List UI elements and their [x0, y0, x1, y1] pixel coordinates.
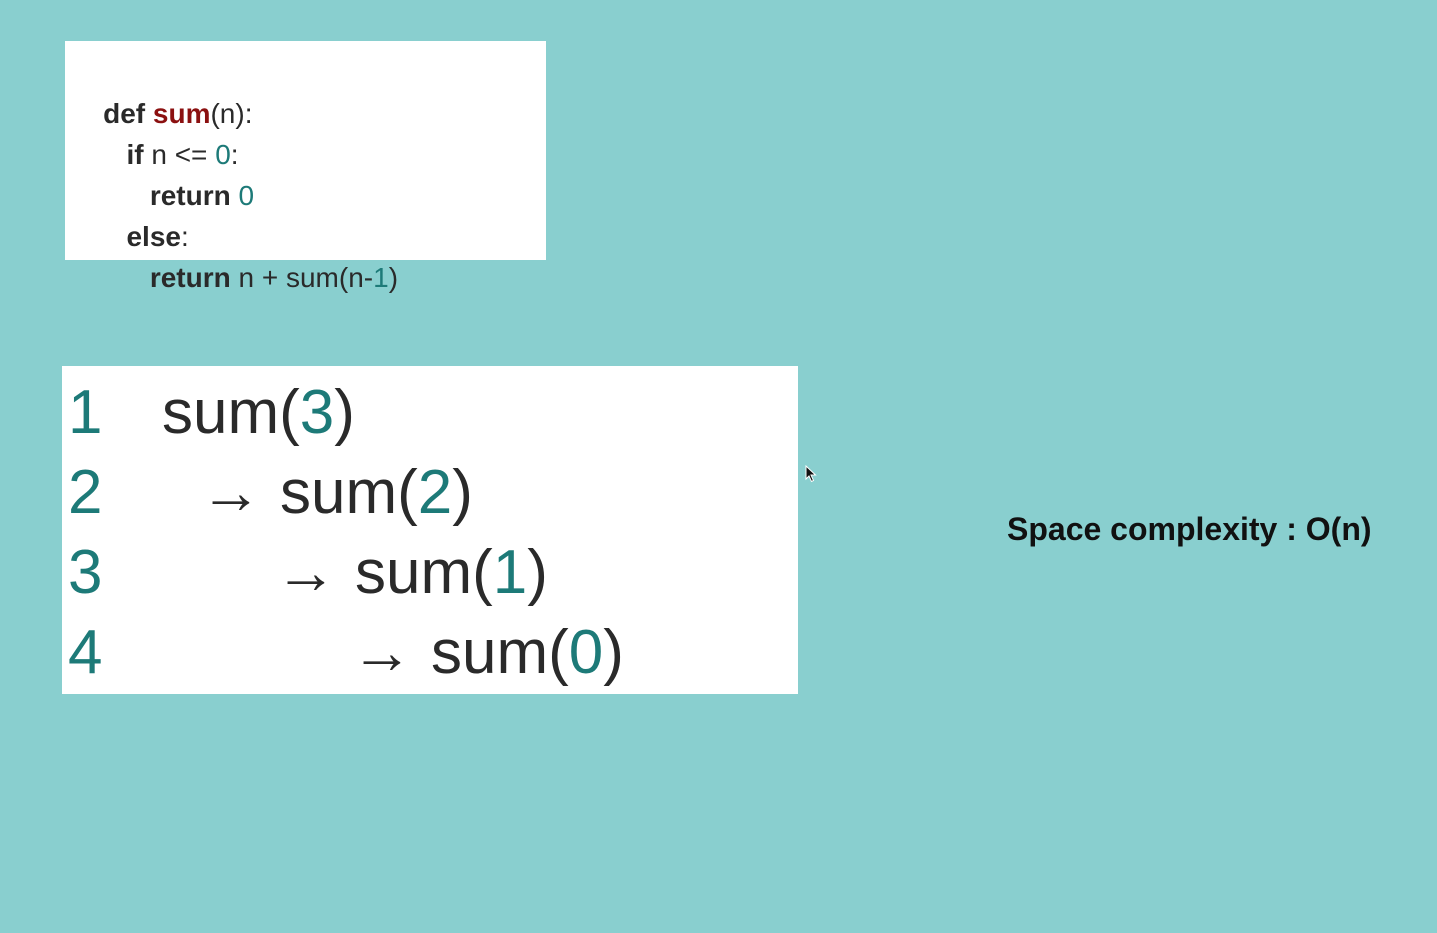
call-close: ) [603, 618, 624, 687]
code-token: 1 [373, 262, 389, 293]
code-token: : [180, 221, 189, 252]
code-token: def [103, 98, 153, 129]
code-token: return [149, 180, 231, 211]
call-close: ) [527, 538, 548, 607]
code-token: sum [152, 98, 211, 129]
call-argument: 2 [417, 458, 453, 527]
call-stack-trace: 1 sum(3) 2 → sum(2) 3 → sum(1) 4 → sum(0) [62, 366, 798, 694]
trace-call: → sum(1) [275, 533, 548, 613]
call-close: ) [334, 378, 355, 447]
code-token: n + sum(n- [230, 262, 374, 293]
call-argument: 3 [299, 378, 335, 447]
trace-call: → sum(0) [351, 613, 624, 693]
code-token: ) [388, 262, 399, 293]
call-argument: 1 [492, 538, 528, 607]
trace-call: sum(3) [162, 373, 355, 453]
call-close: ) [452, 458, 473, 527]
trace-row-number: 1 [68, 378, 103, 447]
code-snippet: def sum(n): if n <= 0: return 0 else: re… [65, 41, 546, 293]
trace-row: 4 → sum(0) [62, 613, 798, 693]
code-token: 0 [215, 139, 231, 170]
code-token: n <= [143, 139, 216, 170]
arrow-right-icon: → [275, 538, 337, 607]
space-complexity-label: Space complexity : O(n) [1007, 511, 1372, 547]
code-token: else [126, 221, 181, 252]
trace-row-number: 3 [68, 538, 103, 607]
call-name: sum( [280, 458, 418, 527]
code-token: 0 [238, 180, 255, 211]
call-argument: 0 [568, 618, 604, 687]
trace-call: → sum(2) [200, 453, 473, 533]
mouse-pointer-icon [805, 465, 817, 483]
code-token: return [149, 262, 231, 293]
call-name: sum( [355, 538, 493, 607]
trace-row-number: 2 [68, 458, 103, 527]
trace-row: 1 sum(3) [62, 373, 798, 453]
trace-row: 2 → sum(2) [62, 453, 798, 533]
call-name: sum( [431, 618, 569, 687]
arrow-right-icon: → [200, 458, 262, 527]
arrow-right-icon: → [351, 618, 413, 687]
code-token: if [126, 139, 144, 170]
trace-row: 3 → sum(1) [62, 533, 798, 613]
call-name: sum( [162, 378, 300, 447]
trace-row-number: 4 [68, 618, 103, 687]
code-token: : [230, 139, 239, 170]
code-token: (n): [210, 98, 253, 129]
code-line: def sum(n): [72, 52, 546, 129]
